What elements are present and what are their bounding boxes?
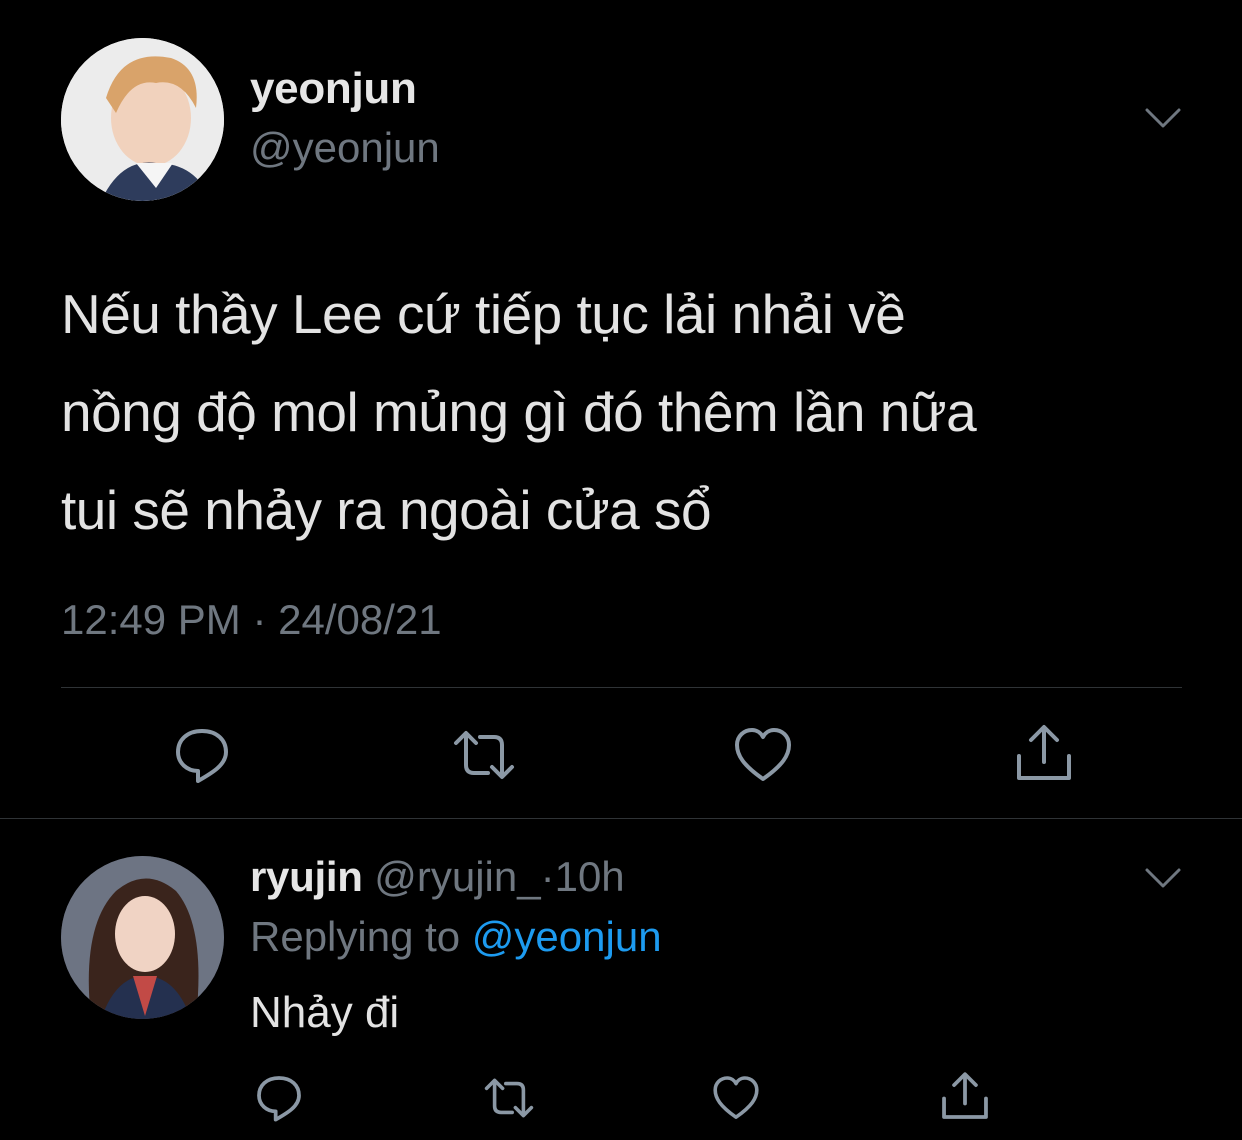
retweet-icon[interactable]: [482, 1074, 536, 1122]
avatar-photo: [61, 856, 224, 1019]
reply-icon[interactable]: [172, 725, 232, 785]
retweet-icon[interactable]: [452, 725, 516, 785]
like-icon[interactable]: [733, 725, 793, 785]
reply-header: ryujin @ryujin_·10h: [250, 853, 625, 901]
replying-label: Replying to: [250, 913, 461, 960]
share-icon[interactable]: [939, 1070, 991, 1122]
author-avatar[interactable]: [61, 38, 224, 201]
avatar-photo: [61, 38, 224, 201]
author-handle[interactable]: @yeonjun: [250, 124, 440, 172]
separator-dot: ·: [540, 853, 555, 900]
reply-icon[interactable]: [254, 1073, 304, 1123]
reply-author-name[interactable]: ryujin: [250, 853, 363, 900]
reply-author-handle[interactable]: @ryujin_: [374, 853, 540, 900]
divider: [0, 818, 1242, 819]
tweet-timestamp[interactable]: 12:49 PM · 24/08/21: [61, 596, 442, 644]
replying-mention[interactable]: @yeonjun: [472, 913, 662, 960]
author-name[interactable]: yeonjun: [250, 64, 417, 114]
tweet-text: Nếu thầy Lee cứ tiếp tục lải nhải về nồn…: [61, 265, 1201, 559]
chevron-down-icon[interactable]: [1143, 864, 1183, 892]
reply-time[interactable]: 10h: [555, 853, 625, 900]
share-icon[interactable]: [1013, 722, 1075, 784]
divider: [61, 687, 1182, 688]
replying-to: Replying to @yeonjun: [250, 913, 662, 961]
tweet-text-line: Nếu thầy Lee cứ tiếp tục lải nhải về: [61, 283, 906, 345]
reply-text: Nhảy đi: [250, 988, 400, 1037]
chevron-down-icon[interactable]: [1143, 104, 1183, 132]
reply-author-avatar[interactable]: [61, 856, 224, 1019]
like-icon[interactable]: [711, 1074, 761, 1122]
tweet-text-line: tui sẽ nhảy ra ngoài cửa sổ: [61, 479, 712, 541]
tweet-text-line: nồng độ mol mủng gì đó thêm lần nữa: [61, 381, 977, 443]
